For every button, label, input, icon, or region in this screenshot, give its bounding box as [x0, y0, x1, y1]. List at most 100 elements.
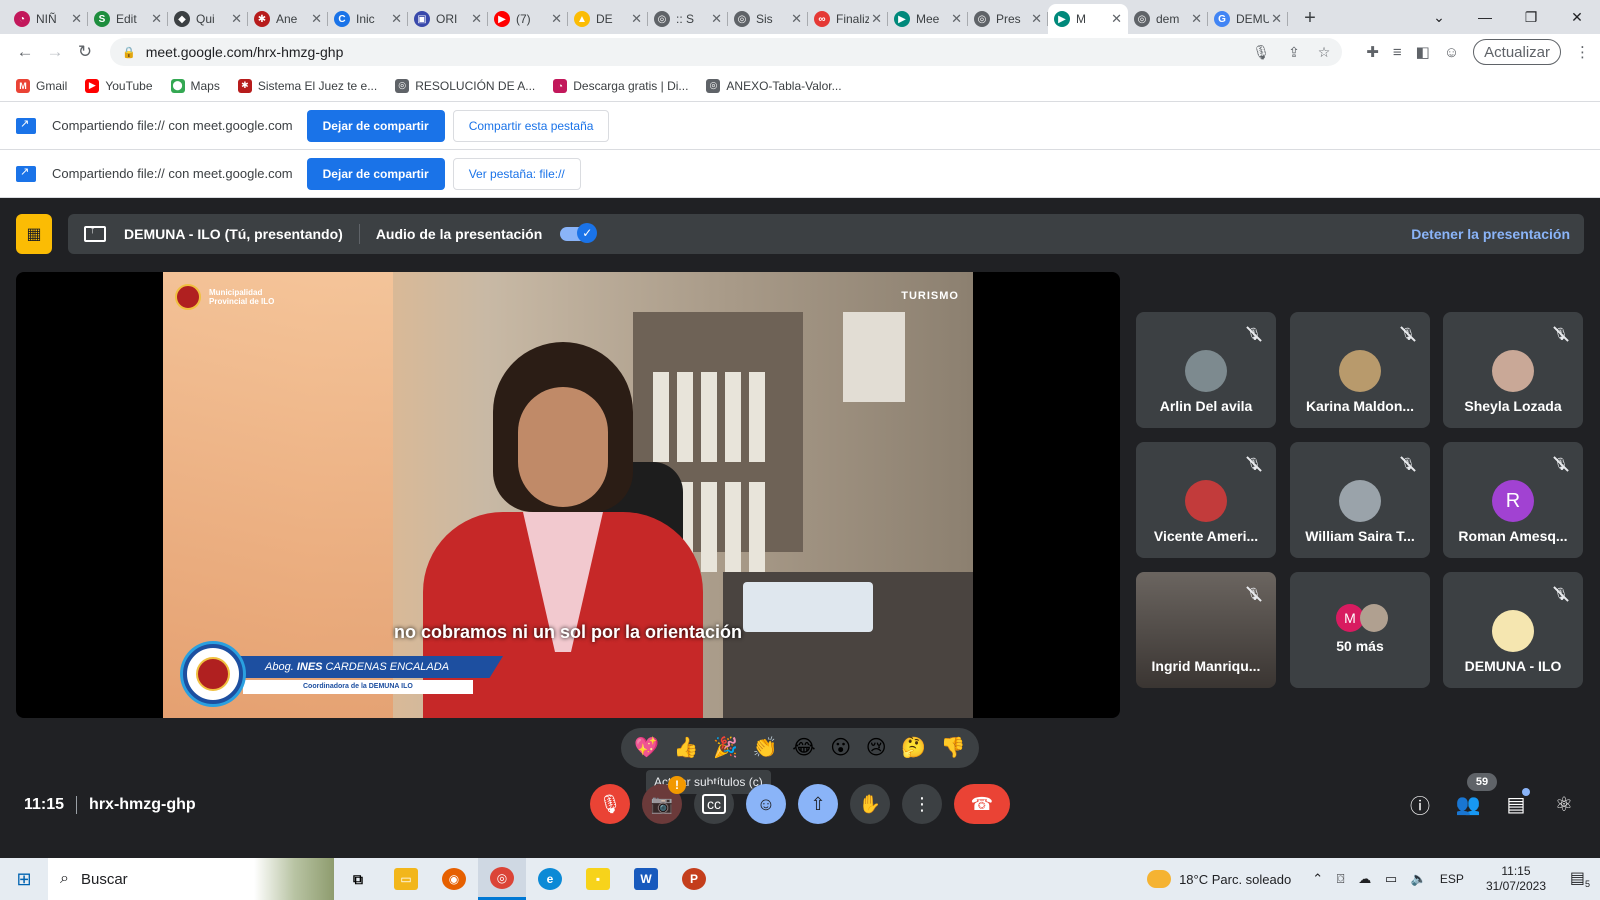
profile-icon[interactable]: ☺ — [1444, 44, 1459, 61]
browser-tab[interactable]: ▶ (7) ✕ — [488, 4, 568, 34]
more-participants-tile[interactable]: M 50 más — [1290, 572, 1430, 688]
bookmark-item[interactable]: M Gmail — [16, 78, 67, 93]
close-window-icon[interactable]: ✕ — [1554, 9, 1600, 26]
browser-tab[interactable]: ▶ Mee ✕ — [888, 4, 968, 34]
tab-close-icon[interactable]: ✕ — [471, 11, 482, 27]
reaction-emoji[interactable]: 💖 — [634, 738, 659, 758]
tab-search-icon[interactable]: ⌄ — [1416, 9, 1462, 26]
participant-tile[interactable]: 🎙 DEMUNA - ILO — [1443, 572, 1583, 688]
tab-close-icon[interactable]: ✕ — [631, 11, 642, 27]
menu-icon[interactable]: ⋮ — [1575, 43, 1590, 61]
reaction-emoji[interactable]: 👍 — [674, 738, 699, 758]
weather-widget[interactable]: 18°C Parc. soleado — [1147, 870, 1291, 888]
tab-close-icon[interactable]: ✕ — [1191, 11, 1202, 27]
participant-tile[interactable]: 🎙 R Roman Amesq... — [1443, 442, 1583, 558]
onedrive-icon[interactable]: ☁ — [1358, 871, 1371, 886]
tab-close-icon[interactable]: ✕ — [391, 11, 402, 27]
participant-tile[interactable]: 🎙 Vicente Ameri... — [1136, 442, 1276, 558]
word-button[interactable]: W — [622, 858, 670, 900]
meeting-info-button[interactable]: ⓘ — [1404, 788, 1436, 820]
mic-off-button[interactable]: 🎙 — [590, 784, 630, 824]
browser-tab[interactable]: C Inic ✕ — [328, 4, 408, 34]
chat-button[interactable]: ▤ — [1500, 788, 1532, 820]
emoji-button[interactable]: ☺ — [746, 784, 786, 824]
taskbar-search[interactable]: ⌕ Buscar — [48, 858, 334, 900]
tab-close-icon[interactable]: ✕ — [151, 11, 162, 27]
side-panel-icon[interactable]: ◧ — [1416, 43, 1430, 61]
new-tab-icon[interactable]: + — [1296, 4, 1324, 32]
media-icon[interactable]: ≡ — [1393, 44, 1402, 61]
browser-tab[interactable]: ◎:: S ✕ — [648, 4, 728, 34]
camera-tray-icon[interactable]: ⌼ — [1337, 871, 1345, 886]
volume-muted-icon[interactable]: 🔈 — [1411, 871, 1427, 886]
windows-start-icon[interactable]: ⊞ — [0, 869, 48, 890]
tab-close-icon[interactable]: ✕ — [1111, 11, 1122, 27]
minimize-icon[interactable]: — — [1462, 9, 1508, 25]
stop-sharing-button[interactable]: Dejar de compartir — [306, 109, 445, 142]
chrome-button[interactable]: ◎ — [478, 858, 526, 900]
people-button[interactable]: 👥 — [1452, 788, 1484, 820]
reaction-emoji[interactable]: 🤔 — [901, 738, 926, 758]
bookmark-item[interactable]: ⬤ Maps — [170, 78, 220, 93]
sticky-notes-button[interactable]: ▪ — [574, 858, 622, 900]
bookmark-star-icon[interactable]: ☆ — [1318, 44, 1331, 60]
tab-close-icon[interactable]: ✕ — [871, 11, 882, 27]
hide-presentation-icon[interactable]: ▦ — [16, 214, 52, 254]
lock-icon[interactable]: 🔒 — [122, 46, 136, 59]
tab-close-icon[interactable]: ✕ — [791, 11, 802, 27]
tab-close-icon[interactable]: ✕ — [231, 11, 242, 27]
maximize-icon[interactable]: ❐ — [1508, 9, 1554, 26]
browser-tab[interactable]: S Edit ✕ — [88, 4, 168, 34]
stop-presentation-link[interactable]: Detener la presentación — [1411, 226, 1570, 242]
more-options-button[interactable]: ⋮ — [902, 784, 942, 824]
bookmark-item[interactable]: ▶ YouTube — [85, 78, 153, 93]
reaction-emoji[interactable]: 😂 — [792, 738, 815, 758]
browser-tab[interactable]: ▣ ORI ✕ — [408, 4, 488, 34]
address-bar[interactable]: 🔒 meet.google.com/hrx-hmzg-ghp 🎙 ⇪ ☆ — [110, 38, 1343, 66]
file-explorer-button[interactable]: ▭ — [382, 858, 430, 900]
show-hidden-icons-icon[interactable]: ⌃ — [1312, 871, 1323, 886]
task-view-button[interactable]: ⧉ — [334, 858, 382, 900]
browser-tab[interactable]: ◆ Qui ✕ — [168, 4, 248, 34]
tab-close-icon[interactable]: ✕ — [711, 11, 722, 27]
presentation-audio-toggle[interactable] — [560, 223, 598, 243]
tab-close-icon[interactable]: ✕ — [1271, 11, 1282, 27]
browser-tab[interactable]: ▲ DE ✕ — [568, 4, 648, 34]
powerpoint-button[interactable]: P — [670, 858, 718, 900]
extensions-icon[interactable]: ✚ — [1366, 43, 1379, 61]
reaction-emoji[interactable]: 👎 — [941, 738, 966, 758]
reaction-emoji[interactable]: 👏 — [753, 738, 778, 758]
participant-tile[interactable]: 🎙 Karina Maldon... — [1290, 312, 1430, 428]
camera-off-button[interactable]: 📷! — [642, 776, 686, 824]
notifications-button[interactable]: ▤5 — [1560, 868, 1600, 889]
reaction-emoji[interactable]: 🎉 — [713, 738, 738, 758]
bookmark-item[interactable]: ◎ RESOLUCIÓN DE A... — [395, 78, 535, 93]
present-button[interactable]: ⇧ — [798, 784, 838, 824]
bookmark-item[interactable]: ✱ Sistema El Juez te e... — [237, 78, 377, 93]
activities-button[interactable]: ⚛ — [1548, 788, 1580, 820]
tab-close-icon[interactable]: ✕ — [71, 11, 82, 27]
stop-sharing-button[interactable]: Dejar de compartir — [306, 157, 445, 190]
language-indicator[interactable]: ESP — [1440, 872, 1464, 886]
reaction-emoji[interactable]: 😢 — [866, 738, 887, 758]
network-icon[interactable]: ▭ — [1385, 871, 1397, 886]
tab-close-icon[interactable]: ✕ — [951, 11, 962, 27]
browser-tab[interactable]: G DEMUN✕ — [1208, 4, 1288, 34]
participant-tile[interactable]: 🎙 Arlin Del avila — [1136, 312, 1276, 428]
view-tab-button[interactable]: Ver pestaña: file:// — [452, 157, 581, 190]
firefox-button[interactable]: ◉ — [430, 858, 478, 900]
participant-tile[interactable]: 🎙 Sheyla Lozada — [1443, 312, 1583, 428]
browser-tab[interactable]: ◎ Sis ✕ — [728, 4, 808, 34]
captions-button[interactable]: cc — [694, 784, 734, 824]
browser-tab[interactable]: ◎ Pres ✕ — [968, 4, 1048, 34]
browser-tab[interactable]: ✱ Ane ✕ — [248, 4, 328, 34]
leave-call-button[interactable]: ☎ — [954, 784, 1010, 824]
bookmark-item[interactable]: ◎ ANEXO-Tabla-Valor... — [706, 78, 842, 93]
tab-close-icon[interactable]: ✕ — [551, 11, 562, 27]
reload-icon[interactable]: ↻ — [70, 42, 100, 62]
tab-close-icon[interactable]: ✕ — [311, 11, 322, 27]
browser-tab[interactable]: ◎ dem ✕ — [1128, 4, 1208, 34]
browser-tab[interactable]: ▶ M ✕ — [1048, 4, 1128, 34]
mic-icon[interactable]: 🎙 — [1252, 44, 1270, 60]
browser-tab[interactable]: ∞ Finaliza✕ — [808, 4, 888, 34]
